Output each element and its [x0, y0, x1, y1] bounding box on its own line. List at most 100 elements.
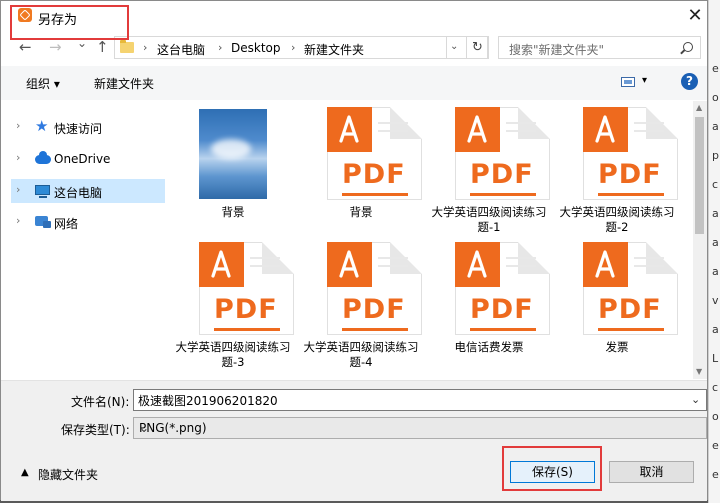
sidebar-item-label: 网络 — [54, 217, 79, 231]
sidebar-item-network[interactable]: › 网络 — [11, 210, 165, 234]
back-button[interactable]: ← — [19, 38, 32, 56]
pdf-file-icon: PDF — [583, 107, 678, 200]
computer-icon — [35, 185, 50, 198]
file-item[interactable]: PDF 背景 — [301, 101, 422, 237]
chevron-down-icon: ⌄ — [139, 421, 150, 435]
acrobat-icon — [583, 242, 628, 287]
chevron-right-icon[interactable]: › — [16, 151, 20, 164]
acrobat-icon — [455, 242, 500, 287]
file-name: 大学英语四级阅读练习题-2 — [559, 205, 675, 234]
hide-folders-label: 隐藏文件夹 — [38, 468, 99, 482]
file-name: 背景 — [349, 205, 373, 219]
background-text: c — [712, 381, 719, 394]
pdf-file-icon: PDF — [327, 242, 422, 335]
chevron-right-icon[interactable]: › — [16, 183, 20, 196]
new-folder-button[interactable]: 新建文件夹 — [94, 75, 154, 92]
background-text: p — [712, 149, 719, 162]
folder-icon — [120, 40, 134, 53]
file-name: 大学英语四级阅读练习题-4 — [303, 340, 419, 369]
scroll-thumb[interactable] — [695, 117, 704, 234]
pdf-file-icon: PDF — [455, 107, 550, 200]
sidebar-item-onedrive[interactable]: › OneDrive — [11, 147, 165, 171]
close-button[interactable]: ✕ — [682, 5, 708, 27]
file-item[interactable]: PDF 大学英语四级阅读练习题-2 — [557, 101, 678, 237]
network-icon — [35, 216, 51, 228]
chevron-right-icon: › — [143, 41, 148, 54]
sidebar-item-label: 快速访问 — [54, 122, 103, 136]
vertical-scrollbar[interactable]: ▲ ▼ — [693, 101, 707, 379]
pdf-label: PDF — [470, 294, 534, 325]
cancel-button[interactable]: 取消 — [609, 461, 694, 483]
background-text: c — [712, 178, 719, 191]
navigation-pane: › ★ 快速访问 › OneDrive › 这台电脑 › 网络 — [1, 101, 171, 379]
filename-input[interactable] — [133, 389, 707, 411]
up-button[interactable]: ↑ — [96, 38, 109, 56]
chevron-right-icon: › — [218, 41, 223, 54]
breadcrumb-this-pc[interactable]: 这台电脑 — [157, 41, 205, 58]
chevron-right-icon[interactable]: › — [16, 119, 20, 132]
file-item[interactable]: PDF 大学英语四级阅读练习题-3 — [173, 236, 294, 372]
sidebar-item-this-pc[interactable]: › 这台电脑 — [11, 179, 165, 203]
background-text: a — [712, 236, 719, 249]
organize-button[interactable]: 组织 ▾ — [26, 75, 60, 92]
scroll-down-icon[interactable]: ▼ — [696, 367, 702, 376]
background-text: a — [712, 323, 719, 336]
view-dropdown[interactable]: ▾ — [642, 75, 647, 86]
acrobat-icon — [455, 107, 500, 152]
chevron-down-icon[interactable]: ⌄ — [691, 393, 700, 406]
file-item[interactable]: PDF 大学英语四级阅读练习题-1 — [429, 101, 550, 237]
pdf-label: PDF — [470, 159, 534, 190]
view-icon[interactable] — [621, 77, 635, 87]
background-text: o — [712, 410, 719, 423]
address-dropdown[interactable]: ⌄ — [450, 41, 458, 52]
pdf-label: PDF — [214, 294, 278, 325]
background-text: a — [712, 120, 719, 133]
address-bar[interactable]: › 这台电脑 › Desktop › 新建文件夹 — [114, 36, 488, 59]
pdf-label: PDF — [342, 159, 406, 190]
chevron-up-icon: ▲ — [21, 467, 29, 478]
file-list: 背景 PDF 背景 PDF 大学英语四级阅读练习题-1 PDF 大学英语四级阅读练习题-2 P… — [173, 101, 693, 379]
background-window-strip: e o a p c a a a v a Lc o e e — [708, 0, 720, 503]
background-text: L — [712, 352, 719, 365]
background-text: e — [712, 439, 719, 452]
sidebar-item-quick-access[interactable]: › ★ 快速访问 — [11, 115, 165, 139]
help-icon[interactable]: ? — [681, 73, 698, 90]
sidebar-item-label: 这台电脑 — [54, 186, 103, 200]
highlight-box-title — [10, 5, 129, 40]
acrobat-icon — [583, 107, 628, 152]
acrobat-icon — [199, 242, 244, 287]
pdf-label: PDF — [342, 294, 406, 325]
chevron-right-icon: › — [291, 41, 296, 54]
pdf-file-icon: PDF — [583, 242, 678, 335]
pdf-label: PDF — [598, 159, 662, 190]
background-text: v — [712, 294, 719, 307]
acrobat-icon — [327, 242, 372, 287]
file-item[interactable]: PDF 电信话费发票 — [429, 236, 550, 372]
forward-button[interactable]: → — [49, 38, 62, 56]
background-text: e — [712, 62, 719, 75]
filetype-select[interactable]: PNG(*.png) ⌄ — [133, 417, 707, 439]
refresh-button[interactable]: ↻ — [466, 36, 489, 59]
save-as-dialog: 另存为 ✕ ← → ⌄ ↑ › 这台电脑 › Desktop › 新建文件夹 ⌄… — [0, 0, 708, 501]
search-input[interactable]: 搜索"新建文件夹" — [498, 36, 701, 59]
scroll-up-icon[interactable]: ▲ — [696, 103, 702, 112]
file-name: 背景 — [221, 205, 245, 219]
file-item[interactable]: 背景 — [173, 101, 293, 237]
file-name: 大学英语四级阅读练习题-3 — [175, 340, 291, 369]
command-toolbar: 组织 ▾ 新建文件夹 ▾ ? — [1, 66, 707, 100]
search-placeholder: 搜索"新建文件夹" — [509, 43, 605, 57]
pdf-file-icon: PDF — [327, 107, 422, 200]
pdf-file-icon: PDF — [199, 242, 294, 335]
breadcrumb-new-folder[interactable]: 新建文件夹 — [304, 41, 364, 58]
pdf-file-icon: PDF — [455, 242, 550, 335]
breadcrumb-desktop[interactable]: Desktop — [231, 41, 281, 55]
pdf-label: PDF — [598, 294, 662, 325]
file-item[interactable]: PDF 大学英语四级阅读练习题-4 — [301, 236, 422, 372]
chevron-right-icon[interactable]: › — [16, 214, 20, 227]
file-item[interactable]: PDF 发票 — [557, 236, 678, 372]
background-text: o — [712, 91, 719, 104]
background-text: a — [712, 265, 719, 278]
highlight-box-save — [502, 446, 602, 491]
address-divider — [446, 37, 447, 58]
acrobat-icon — [327, 107, 372, 152]
